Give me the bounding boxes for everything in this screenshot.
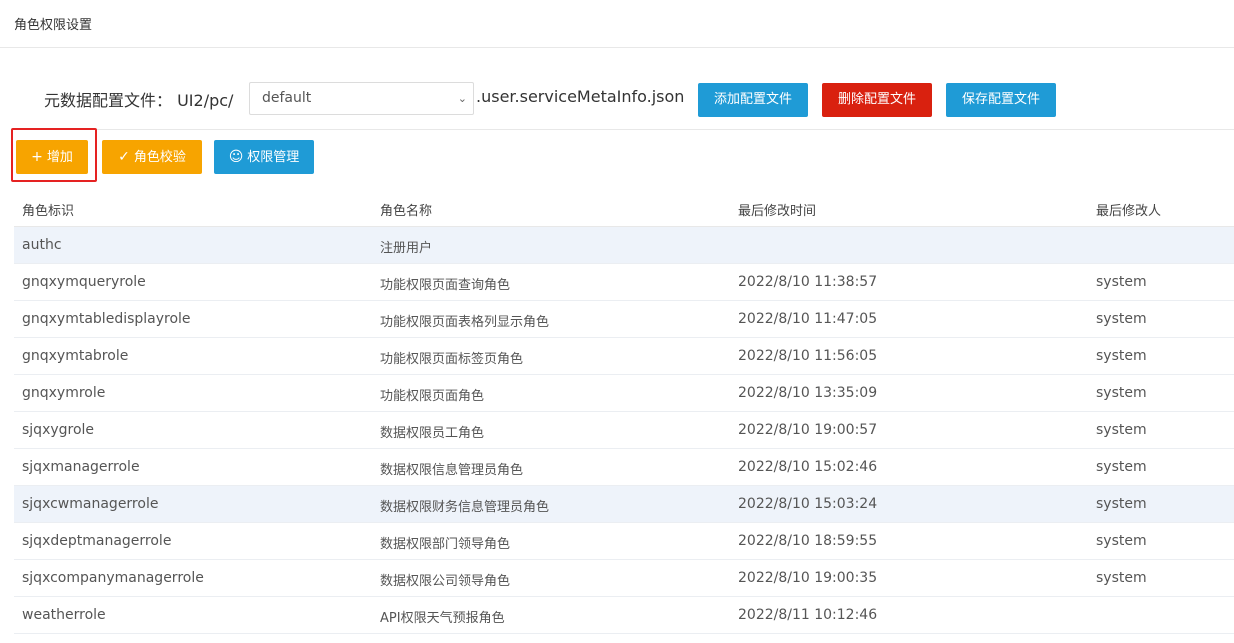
role-id-cell: sjqxmanagerrole bbox=[22, 459, 140, 475]
modified-time-cell: 2022/8/10 11:38:57 bbox=[738, 274, 878, 290]
modified-by-cell: system bbox=[1096, 533, 1147, 549]
add-role-button[interactable]: + 增加 bbox=[16, 140, 88, 174]
config-file-select-value: default bbox=[262, 90, 312, 106]
role-id-cell: gnqxymqueryrole bbox=[22, 274, 146, 290]
table-body: authc 注册用户 gnqxymqueryrole 功能权限页面查询角色 2022/8… bbox=[14, 227, 1234, 634]
role-id-cell: gnqxymtabrole bbox=[22, 348, 129, 364]
modified-time-cell: 2022/8/11 10:12:46 bbox=[738, 607, 878, 623]
role-name-cell: 数据权限员工角色 bbox=[380, 426, 485, 441]
modified-time-cell: 2022/8/10 19:00:57 bbox=[738, 422, 878, 438]
role-name-cell: 功能权限页面查询角色 bbox=[380, 278, 511, 293]
config-file-suffix: .user.serviceMetaInfo.json bbox=[476, 87, 685, 106]
modified-by-cell: system bbox=[1096, 274, 1147, 290]
role-name-cell: API权限天气预报角色 bbox=[380, 611, 505, 626]
column-header-role-id[interactable]: 角色标识 bbox=[22, 200, 74, 219]
table-row[interactable]: sjqxygrole 数据权限员工角色 2022/8/10 19:00:57 syst… bbox=[14, 412, 1234, 449]
role-name-cell: 数据权限部门领导角色 bbox=[380, 537, 511, 552]
role-id-cell: gnqxymtabledisplayrole bbox=[22, 311, 191, 327]
role-name-cell: 数据权限财务信息管理员角色 bbox=[380, 500, 550, 515]
table-row[interactable]: gnqxymrole 功能权限页面角色 2022/8/10 13:35:09 syst… bbox=[14, 375, 1234, 412]
column-header-role-name[interactable]: 角色名称 bbox=[380, 200, 432, 219]
table-row[interactable]: gnqxymtabrole 功能权限页面标签页角色 2022/8/10 11:56:… bbox=[14, 338, 1234, 375]
modified-by-cell: system bbox=[1096, 496, 1147, 512]
modified-time-cell: 2022/8/10 18:59:55 bbox=[738, 533, 878, 549]
delete-config-file-button[interactable]: 删除配置文件 bbox=[822, 83, 932, 117]
verify-role-label: 角色校验 bbox=[133, 150, 186, 165]
role-name-cell: 注册用户 bbox=[380, 241, 433, 256]
modified-time-cell: 2022/8/10 15:02:46 bbox=[738, 459, 878, 475]
modified-time-cell: 2022/8/10 15:03:24 bbox=[738, 496, 878, 512]
role-id-cell: sjqxygrole bbox=[22, 422, 95, 438]
role-name-cell: 功能权限页面标签页角色 bbox=[380, 352, 524, 367]
divider bbox=[12, 129, 1234, 130]
column-header-modified-by[interactable]: 最后修改人 bbox=[1096, 200, 1161, 219]
role-id-cell: weatherrole bbox=[22, 607, 106, 623]
table-row[interactable]: gnqxymqueryrole 功能权限页面查询角色 2022/8/10 11:38… bbox=[14, 264, 1234, 301]
modified-time-cell: 2022/8/10 11:56:05 bbox=[738, 348, 878, 364]
table-row[interactable]: sjqxcwmanagerrole 数据权限财务信息管理员角色 2022/8/10 … bbox=[14, 486, 1234, 523]
plus-icon: + bbox=[31, 149, 43, 165]
role-name-cell: 数据权限公司领导角色 bbox=[380, 574, 511, 589]
role-name-cell: 功能权限页面角色 bbox=[380, 389, 485, 404]
table-row[interactable]: sjqxcompanymanagerrole 数据权限公司领导角色 2022/8/1… bbox=[14, 560, 1234, 597]
modified-by-cell: system bbox=[1096, 385, 1147, 401]
role-name-cell: 功能权限页面表格列显示角色 bbox=[380, 315, 550, 330]
role-id-cell: sjqxcwmanagerrole bbox=[22, 496, 159, 512]
page-header: 角色权限设置 bbox=[0, 0, 1234, 48]
table-header: 角色标识 角色名称 最后修改时间 最后修改人 bbox=[14, 190, 1234, 227]
modified-by-cell: system bbox=[1096, 348, 1147, 364]
table-row[interactable]: gnqxymtabledisplayrole 功能权限页面表格列显示角色 2022/… bbox=[14, 301, 1234, 338]
modified-by-cell: system bbox=[1096, 422, 1147, 438]
permission-management-button[interactable]: ☺ 权限管理 bbox=[214, 140, 314, 174]
role-id-cell: sjqxdeptmanagerrole bbox=[22, 533, 172, 549]
roles-table: 角色标识 角色名称 最后修改时间 最后修改人 authc 注册用户 gnqxymqu… bbox=[14, 190, 1234, 634]
chevron-down-icon: ⌄ bbox=[457, 92, 467, 105]
role-id-cell: sjqxcompanymanagerrole bbox=[22, 570, 204, 586]
config-file-label: 元数据配置文件： UI2/pc/ bbox=[44, 91, 234, 110]
role-id-cell: authc bbox=[22, 237, 62, 253]
modified-by-cell: system bbox=[1096, 311, 1147, 327]
table-row[interactable]: authc 注册用户 bbox=[14, 227, 1234, 264]
table-row[interactable]: weatherrole API权限天气预报角色 2022/8/11 10:12:46 bbox=[14, 597, 1234, 634]
modified-time-cell: 2022/8/10 11:47:05 bbox=[738, 311, 878, 327]
modified-by-cell: system bbox=[1096, 459, 1147, 475]
table-row[interactable]: sjqxdeptmanagerrole 数据权限部门领导角色 2022/8/10 1… bbox=[14, 523, 1234, 560]
table-row[interactable]: sjqxmanagerrole 数据权限信息管理员角色 2022/8/10 15:0… bbox=[14, 449, 1234, 486]
modified-by-cell: system bbox=[1096, 570, 1147, 586]
save-config-file-button[interactable]: 保存配置文件 bbox=[946, 83, 1056, 117]
role-name-cell: 数据权限信息管理员角色 bbox=[380, 463, 524, 478]
add-role-label: 增加 bbox=[46, 150, 73, 165]
add-config-file-button[interactable]: 添加配置文件 bbox=[698, 83, 808, 117]
config-row: 元数据配置文件： UI2/pc/ default ⌄ .user.service… bbox=[0, 80, 1234, 120]
role-id-cell: gnqxymrole bbox=[22, 385, 106, 401]
column-header-modified-time[interactable]: 最后修改时间 bbox=[738, 200, 816, 219]
modified-time-cell: 2022/8/10 19:00:35 bbox=[738, 570, 878, 586]
verify-role-button[interactable]: ✓ 角色校验 bbox=[102, 140, 202, 174]
toolbar: + 增加 ✓ 角色校验 ☺ 权限管理 bbox=[0, 140, 1234, 174]
permission-management-label: 权限管理 bbox=[247, 150, 300, 165]
modified-time-cell: 2022/8/10 13:35:09 bbox=[738, 385, 878, 401]
page-title: 角色权限设置 bbox=[14, 18, 93, 33]
user-icon: ☺ bbox=[228, 149, 244, 165]
check-icon: ✓ bbox=[118, 149, 130, 165]
config-file-select[interactable]: default ⌄ bbox=[249, 82, 474, 115]
